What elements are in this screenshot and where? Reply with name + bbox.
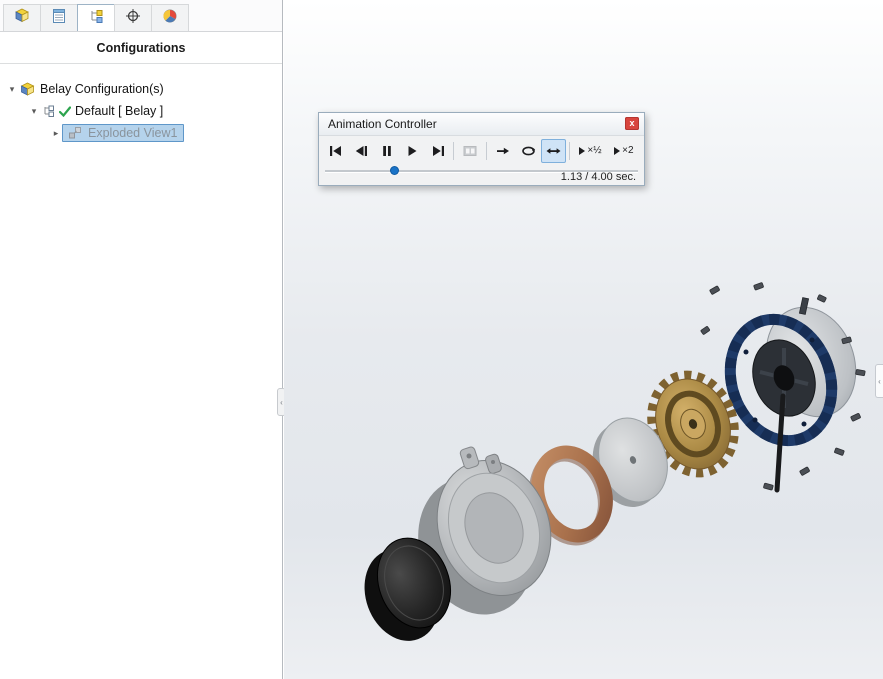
double-speed-label: ×2 (622, 146, 633, 156)
timeline-thumb[interactable] (391, 167, 398, 174)
save-animation-icon (463, 145, 477, 157)
reciprocate-playback-button[interactable] (541, 139, 566, 163)
step-back-button[interactable] (348, 139, 373, 163)
jump-to-start-icon (329, 145, 343, 157)
expander-collapsed-icon[interactable]: ▸ (50, 128, 62, 139)
configuration-panel: Configurations ▾ Belay Configuration(s) … (0, 0, 283, 679)
normal-playback-icon (496, 145, 510, 157)
panel-title: Configurations (0, 32, 282, 64)
window-title: Animation Controller (328, 117, 437, 131)
part-brake-assembly[interactable] (714, 295, 871, 490)
tree-item-default-configuration[interactable]: ▾ Default [ Belay ] (0, 100, 282, 122)
tree-item-belay-configurations[interactable]: ▾ Belay Configuration(s) (0, 78, 282, 100)
exploded-model (284, 0, 883, 679)
featuremanager-cube-icon (14, 8, 30, 28)
toolbar-separator (486, 142, 487, 160)
expander-open-icon[interactable]: ▾ (6, 84, 18, 95)
tab-configurationmanager[interactable] (77, 4, 115, 31)
configurationmanager-branch-icon (88, 8, 104, 29)
reciprocate-playback-icon (546, 145, 561, 157)
app-root: { "icons": { "expander_open": "▾", "expa… (0, 0, 883, 679)
animation-controller-window: Animation Controller x (318, 112, 645, 186)
animation-controller-titlebar[interactable]: Animation Controller x (319, 113, 644, 136)
time-display: 1.13 / 4.00 sec. (561, 171, 636, 183)
jump-to-end-button[interactable] (425, 139, 450, 163)
configuration-hierarchy-icon (42, 104, 56, 118)
loop-playback-icon (521, 145, 536, 157)
half-speed-button[interactable]: ×½ (573, 139, 606, 163)
tree-label-root: Belay Configuration(s) (38, 82, 164, 96)
propertymanager-sheet-icon (51, 8, 67, 29)
expander-open-icon[interactable]: ▾ (28, 106, 40, 117)
tab-displaymanager[interactable] (151, 4, 189, 31)
half-speed-icon (578, 146, 586, 156)
jump-to-start-button[interactable] (323, 139, 348, 163)
task-pane-chevron-icon: ‹ (878, 377, 881, 386)
half-speed-label: ×½ (587, 146, 601, 156)
exploded-view-icon (68, 126, 82, 140)
displaymanager-pie-icon (162, 8, 178, 29)
play-icon (405, 145, 419, 157)
tree-label-exploded: Exploded View1 (88, 126, 177, 140)
panel-tab-bar (0, 0, 282, 32)
double-speed-button[interactable]: ×2 (607, 139, 640, 163)
double-speed-icon (613, 146, 621, 156)
configuration-tree: ▾ Belay Configuration(s) ▾ (0, 64, 282, 144)
toolbar-separator (453, 142, 454, 160)
pause-icon (380, 145, 394, 157)
toolbar-separator (569, 142, 570, 160)
selected-tree-item[interactable]: Exploded View1 (62, 124, 184, 142)
jump-to-end-icon (431, 145, 445, 157)
play-button[interactable] (399, 139, 424, 163)
tab-propertymanager[interactable] (40, 4, 78, 31)
animation-toolbar: ×½ ×2 (319, 136, 644, 164)
dimxpert-crosshair-icon (125, 8, 141, 29)
splitter-chevron-icon: ‹ (280, 398, 283, 407)
step-back-icon (354, 145, 368, 157)
save-animation-button[interactable] (457, 139, 482, 163)
assembly-configurations-icon (20, 82, 35, 96)
tree-label-default: Default [ Belay ] (73, 104, 163, 118)
pause-button[interactable] (374, 139, 399, 163)
loop-playback-button[interactable] (515, 139, 540, 163)
normal-playback-button[interactable] (490, 139, 515, 163)
tab-dimxpertmanager[interactable] (114, 4, 152, 31)
tab-featuremanager-design-tree[interactable] (3, 4, 41, 31)
graphics-viewport[interactable] (284, 0, 883, 679)
task-pane-handle[interactable]: ‹ (875, 364, 883, 398)
close-button[interactable]: x (625, 117, 639, 130)
active-configuration-check-icon (59, 106, 71, 117)
tree-item-exploded-view[interactable]: ▸ Exploded View1 (0, 122, 282, 144)
